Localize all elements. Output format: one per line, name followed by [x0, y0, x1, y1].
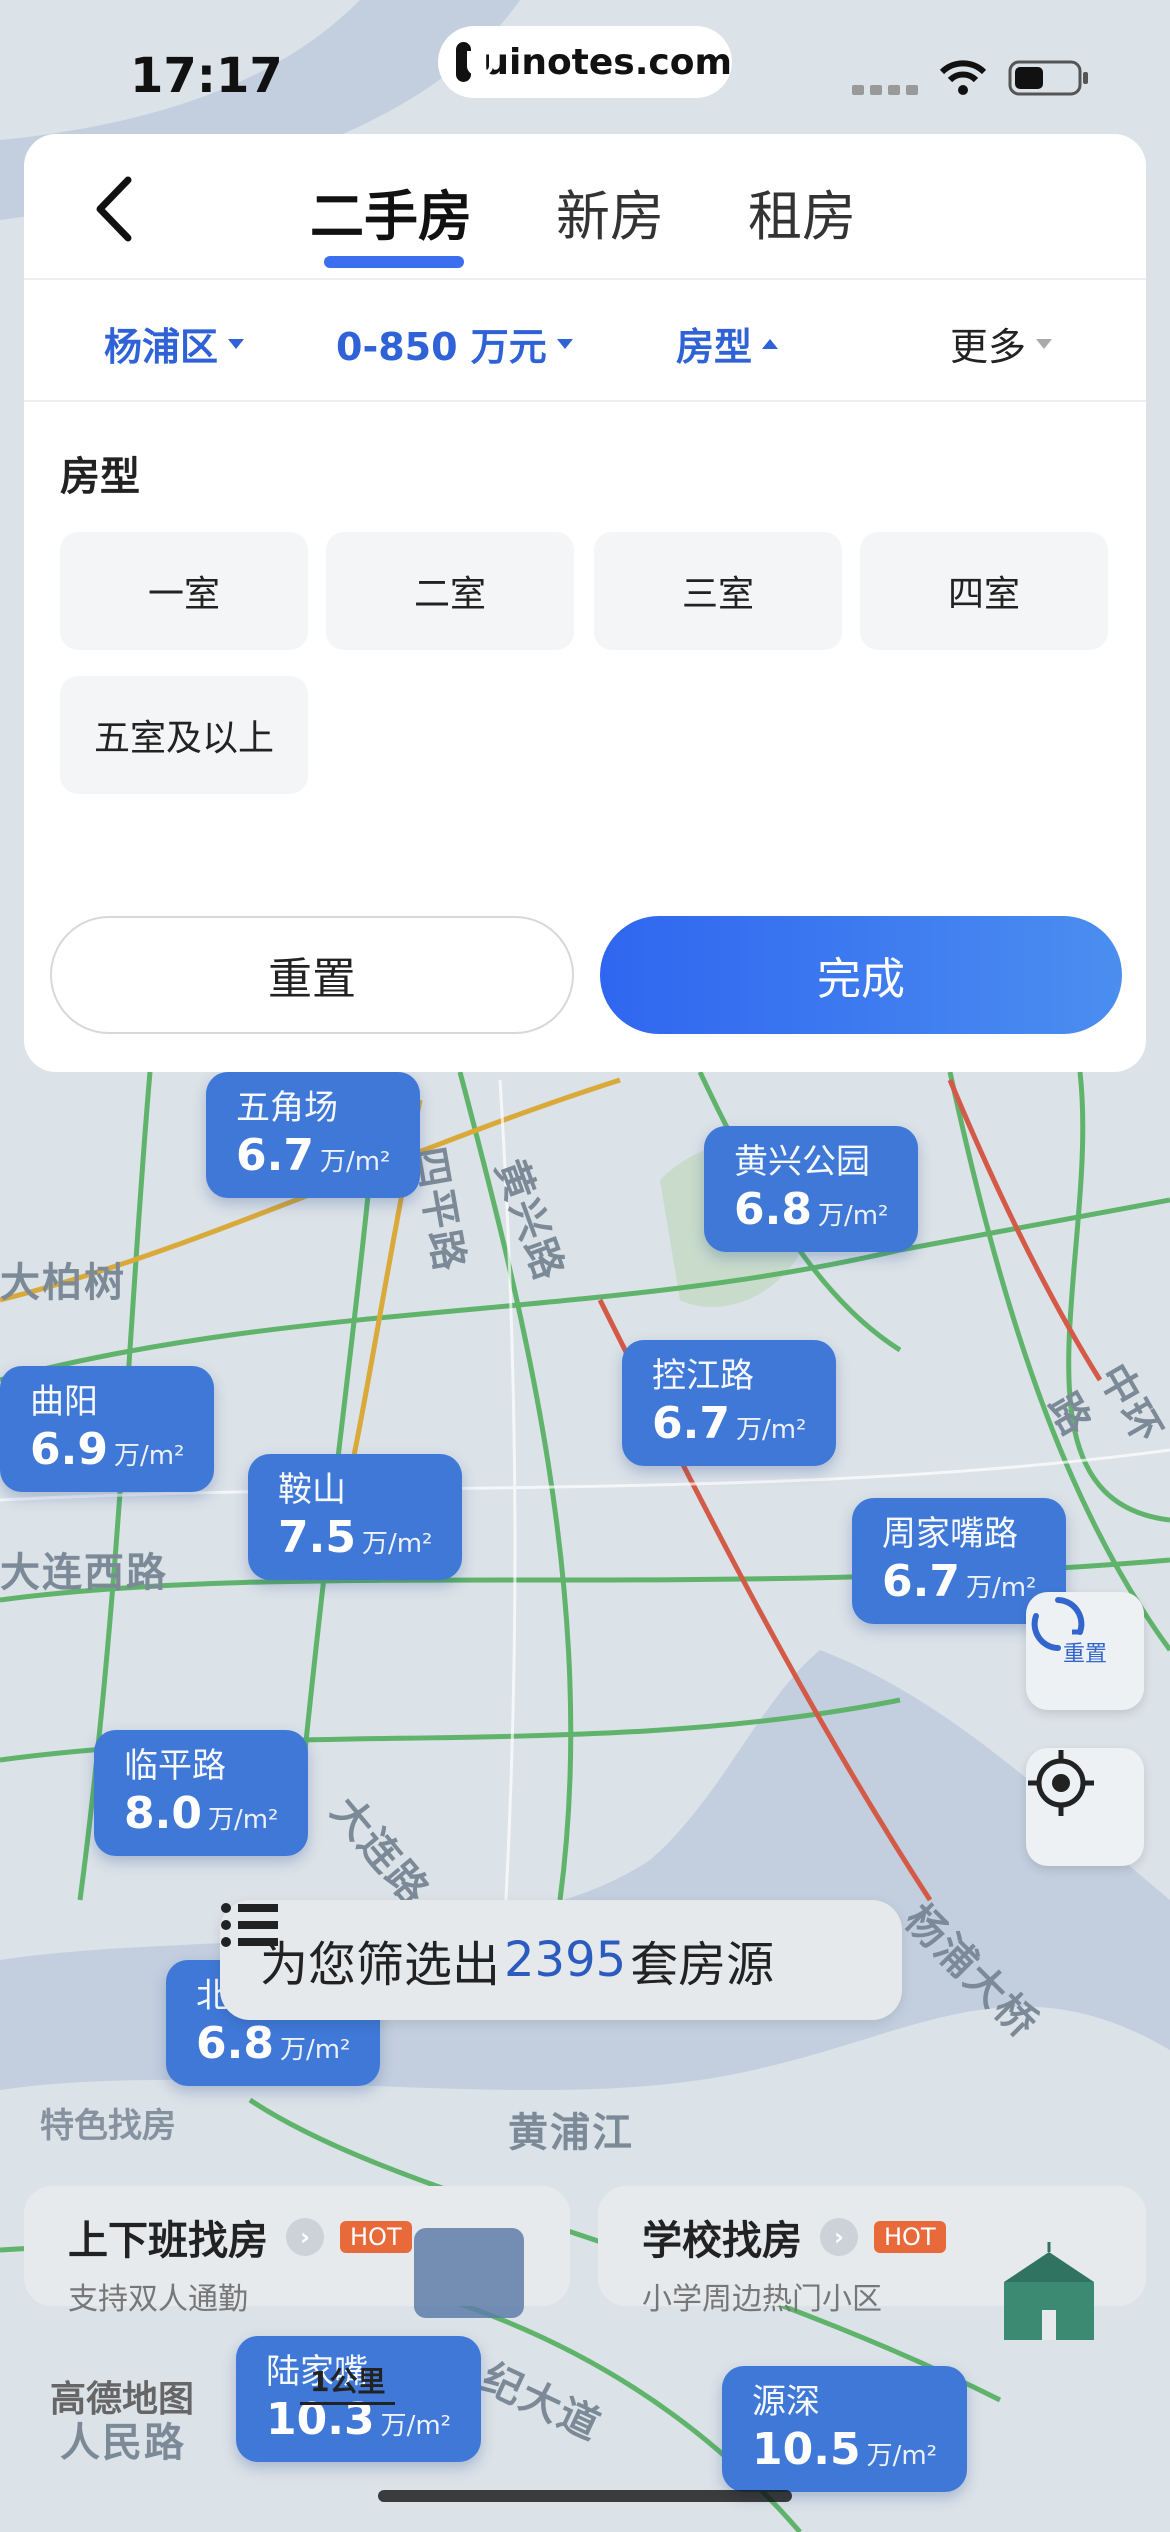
area-price-unit: 万/m²: [207, 1805, 279, 1835]
area-name: 五角场: [236, 1088, 338, 1128]
hot-badge: HOT: [874, 2221, 946, 2253]
area-price: 10.5: [752, 2424, 861, 2475]
area-price-bubble[interactable]: 源深 10.5 万/m²: [722, 2366, 968, 2492]
caret-up-icon: [762, 338, 779, 349]
area-price: 6.7: [236, 1130, 314, 1181]
locate-icon: [1028, 1750, 1094, 1816]
active-tab-indicator: [324, 256, 464, 268]
signal-icon: [852, 85, 918, 95]
area-name: 控江路: [652, 1356, 754, 1396]
street-label: 大连西路: [0, 1550, 168, 1596]
caret-down-icon: [228, 338, 245, 349]
area-price-unit: 万/m²: [735, 1415, 807, 1445]
reset-button[interactable]: 重置: [50, 916, 574, 1034]
area-name: 源深: [752, 2382, 820, 2422]
area-price-unit: 万/m²: [817, 1201, 889, 1231]
room-option-3[interactable]: 三室: [594, 532, 842, 650]
room-option-5plus[interactable]: 五室及以上: [60, 676, 308, 794]
filter-panel: 二手房 新房 租房 杨浦区 0-850 万元 房型 更多 房型 一室 二室 三室…: [24, 134, 1146, 1072]
feature-section-title: 特色找房: [40, 2106, 176, 2146]
filter-price[interactable]: 0-850 万元: [336, 316, 573, 371]
feature-card-title: 学校找房: [642, 2218, 802, 2264]
top-navigation: 二手房 新房 租房: [24, 134, 1146, 280]
area-price-unit: 万/m²: [361, 1529, 433, 1559]
area-price: 6.8: [196, 2018, 274, 2069]
filter-price-label: 0-850 万元: [336, 325, 547, 369]
area-price-unit: 万/m²: [380, 2411, 452, 2441]
area-price-unit: 万/m²: [319, 1147, 391, 1177]
feature-card-title: 上下班找房: [68, 2218, 268, 2264]
hot-badge: HOT: [340, 2221, 412, 2253]
area-price: 6.8: [734, 1184, 812, 1235]
filter-more-label: 更多: [950, 325, 1027, 369]
result-count-button[interactable]: 为您筛选出 2395 套房源: [220, 1900, 902, 2020]
result-prefix: 为您筛选出: [260, 1937, 501, 1993]
area-price: 6.7: [882, 1556, 960, 1607]
filter-more[interactable]: 更多: [950, 316, 1053, 371]
room-type-title: 房型: [60, 454, 140, 500]
area-price: 6.7: [652, 1398, 730, 1449]
tab-rental[interactable]: 租房: [748, 172, 856, 251]
filter-room-type[interactable]: 房型: [676, 316, 779, 371]
room-option-1[interactable]: 一室: [60, 532, 308, 650]
area-price: 7.5: [278, 1512, 356, 1563]
result-count: 2395: [504, 1932, 627, 1988]
home-indicator: [378, 2490, 792, 2502]
filter-district[interactable]: 杨浦区: [104, 316, 245, 371]
map-refresh-button[interactable]: 重置: [1026, 1592, 1144, 1710]
street-label: 黄浦江: [508, 2110, 634, 2156]
back-icon[interactable]: [86, 174, 146, 244]
area-price-unit: 万/m²: [279, 2035, 351, 2065]
area-price: 6.9: [30, 1424, 108, 1475]
briefcase-icon: [414, 2228, 524, 2318]
wifi-icon: [939, 60, 987, 95]
tab-new-home[interactable]: 新房: [556, 172, 664, 251]
area-price: 8.0: [124, 1788, 202, 1839]
done-button[interactable]: 完成: [600, 916, 1122, 1034]
locate-button[interactable]: [1026, 1748, 1144, 1866]
tab-second-hand[interactable]: 二手房: [310, 172, 472, 251]
url-text: uinotes.com: [483, 41, 732, 83]
url-badge: uinotes.com: [438, 26, 732, 98]
area-price-unit: 万/m²: [113, 1441, 185, 1471]
chevron-right-icon: ›: [820, 2218, 858, 2256]
map-provider-logo: 高德地图: [50, 2379, 195, 2420]
status-bar: 17:17 uinotes.com: [0, 0, 1170, 130]
area-price-bubble[interactable]: 黄兴公园 6.8 万/m²: [704, 1126, 919, 1252]
site-logo-icon: [456, 42, 494, 82]
commute-search-card[interactable]: 上下班找房 › HOT 支持双人通勤: [24, 2186, 570, 2318]
area-name: 鞍山: [278, 1470, 346, 1510]
area-price-unit: 万/m²: [866, 2441, 938, 2471]
area-name: 黄兴公园: [734, 1142, 870, 1182]
area-name: 曲阳: [30, 1382, 98, 1422]
school-search-card[interactable]: 学校找房 › HOT 小学周边热门小区: [598, 2186, 1146, 2340]
room-option-4[interactable]: 四室: [860, 532, 1108, 650]
area-name: 临平路: [124, 1746, 226, 1786]
filter-bar: 杨浦区 0-850 万元 房型 更多: [24, 280, 1146, 402]
area-name: 周家嘴路: [882, 1514, 1018, 1554]
filter-district-label: 杨浦区: [104, 325, 219, 369]
battery-icon: [1008, 60, 1088, 96]
area-price-bubble[interactable]: 曲阳 6.9 万/m²: [0, 1366, 215, 1492]
result-suffix: 套房源: [630, 1937, 775, 1993]
map-scale: 1公里: [300, 2360, 396, 2405]
chevron-right-icon: ›: [286, 2218, 324, 2256]
area-price-bubble[interactable]: 五角场 6.7 万/m²: [206, 1072, 421, 1198]
list-icon: [221, 1903, 278, 1947]
status-time: 17:17: [130, 48, 283, 104]
room-option-2[interactable]: 二室: [326, 532, 574, 650]
area-price-bubble[interactable]: 鞍山 7.5 万/m²: [248, 1454, 463, 1580]
filter-room-type-label: 房型: [676, 325, 753, 369]
street-label: 大柏树: [0, 1260, 126, 1306]
area-price-bubble[interactable]: 控江路 6.7 万/m²: [622, 1340, 837, 1466]
area-price-bubble[interactable]: 临平路 8.0 万/m²: [94, 1730, 309, 1856]
caret-down-icon: [556, 338, 573, 349]
refresh-icon: [1031, 1597, 1085, 1651]
school-icon: [1004, 2242, 1094, 2340]
caret-down-icon: [1036, 338, 1053, 349]
